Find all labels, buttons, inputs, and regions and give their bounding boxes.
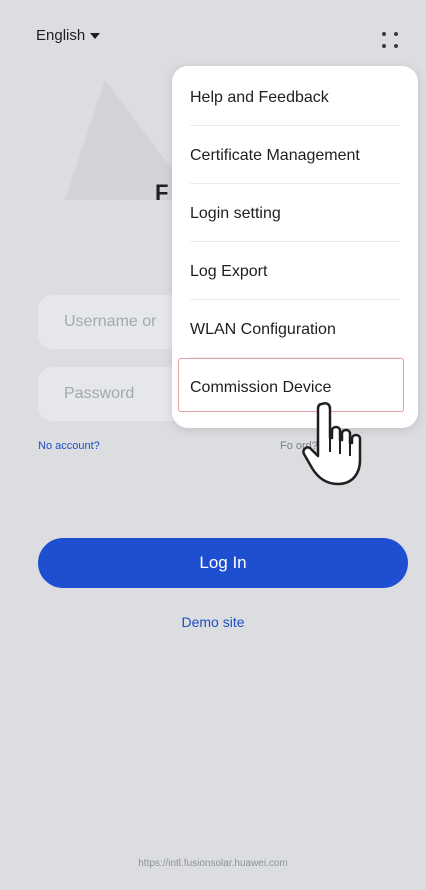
- menu-divider: [190, 125, 400, 126]
- app-screen: English F No account? Fo ord? Log In Dem…: [0, 0, 426, 890]
- language-selector[interactable]: English: [36, 27, 101, 44]
- footer-url: https://intl.fusionsolar.huawei.com: [138, 858, 288, 869]
- demo-site-link[interactable]: Demo site: [0, 614, 426, 630]
- menu-item-certificate-management[interactable]: Certificate Management: [190, 128, 408, 184]
- menu-divider: [190, 241, 400, 242]
- menu-item-wlan-configuration[interactable]: WLAN Configuration: [190, 302, 408, 358]
- menu-item-label: Log Export: [190, 263, 268, 280]
- menu-item-login-setting[interactable]: Login setting: [190, 186, 408, 242]
- page-title: F: [155, 180, 169, 205]
- dots-grid-icon[interactable]: [378, 28, 402, 52]
- no-account-link[interactable]: No account?: [38, 440, 100, 452]
- menu-divider: [190, 299, 400, 300]
- hand-pointer-icon: [302, 401, 362, 486]
- login-button[interactable]: Log In: [38, 538, 408, 588]
- menu-item-label: Certificate Management: [190, 147, 360, 164]
- menu-item-label: WLAN Configuration: [190, 321, 336, 338]
- overflow-menu: Help and Feedback Certificate Management…: [172, 66, 418, 428]
- menu-item-log-export[interactable]: Log Export: [190, 244, 408, 300]
- menu-item-help-feedback[interactable]: Help and Feedback: [190, 70, 408, 126]
- caret-down-icon: [90, 32, 101, 39]
- menu-divider: [190, 183, 400, 184]
- highlight-frame: [178, 358, 404, 412]
- language-label: English: [36, 27, 86, 44]
- menu-item-label: Login setting: [190, 205, 281, 222]
- menu-item-label: Help and Feedback: [190, 89, 329, 106]
